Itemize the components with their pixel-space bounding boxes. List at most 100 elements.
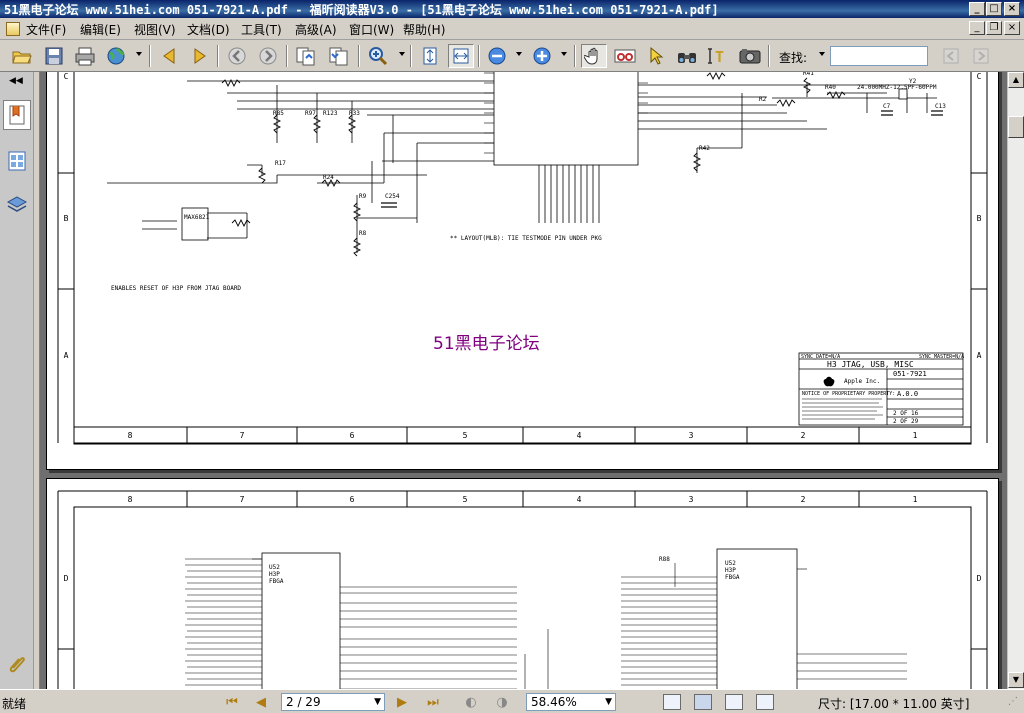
zoom-out-dropdown-icon[interactable] — [516, 52, 522, 56]
toolbar-separator — [768, 45, 770, 67]
text-select-icon[interactable]: T — [705, 44, 731, 68]
sidebar-expand-icon[interactable]: ◀◀ — [9, 76, 23, 86]
resize-grip-icon[interactable]: ⋰ — [1008, 696, 1018, 707]
toolbar-separator — [217, 45, 219, 67]
fit-width-icon[interactable] — [448, 44, 474, 68]
menu-edit[interactable]: 编辑(E) — [80, 21, 121, 38]
menu-window[interactable]: 窗口(W) — [349, 21, 394, 38]
search-label: 查找: — [779, 51, 808, 65]
page-paste-icon[interactable] — [326, 44, 352, 68]
zoom-out-icon[interactable] — [484, 44, 510, 68]
svg-text:T: T — [715, 48, 724, 66]
zoom-field[interactable]: 58.46% ▼ — [526, 693, 616, 711]
glasses-icon[interactable] — [612, 44, 638, 68]
menu-help[interactable]: 帮助(H) — [403, 21, 445, 38]
zoom-dropdown-status-icon[interactable]: ▼ — [605, 694, 612, 710]
ref-r93: R93 — [220, 72, 231, 74]
continuous-facing-view-icon[interactable] — [756, 694, 774, 710]
zoom-plus-dropdown-icon[interactable] — [561, 52, 567, 56]
zoom-plus-icon[interactable] — [529, 44, 555, 68]
app-document-icon[interactable] — [6, 22, 20, 36]
menu-document[interactable]: 文档(D) — [187, 21, 230, 38]
single-page-view-icon[interactable] — [663, 694, 681, 710]
thumbnails-icon[interactable] — [3, 146, 31, 176]
page-copy-icon[interactable] — [293, 44, 319, 68]
ref-r123: R123 — [323, 110, 338, 117]
close-button[interactable]: × — [1004, 2, 1020, 16]
save-icon[interactable] — [41, 44, 67, 68]
back-icon[interactable] — [224, 44, 250, 68]
schematic-sheet-next: 8 7 6 5 4 3 2 1 D D U52 H3P FBGA U52 H3P… — [57, 490, 988, 689]
scroll-up-button[interactable]: ▲ — [1008, 72, 1024, 88]
zoom-value: 58.46% — [531, 695, 577, 709]
forward-icon[interactable] — [255, 44, 281, 68]
maximize-button[interactable]: □ — [986, 2, 1002, 16]
doc-restore-button[interactable]: ❐ — [986, 21, 1002, 35]
next-page-icon[interactable] — [187, 44, 213, 68]
internet-icon[interactable] — [103, 44, 129, 68]
column-number-1: 1 — [913, 431, 918, 440]
find-next-icon[interactable] — [968, 44, 994, 68]
prev-page-icon[interactable] — [156, 44, 182, 68]
row-letter-b-right: B — [977, 214, 982, 223]
page-dropdown-icon[interactable]: ▼ — [374, 694, 381, 710]
navigation-sidebar: ◀◀ — [0, 72, 34, 689]
fit-page-icon[interactable] — [417, 44, 443, 68]
column-number-6: 6 — [350, 431, 355, 440]
ref-r24: R24 — [323, 174, 334, 181]
vertical-scrollbar[interactable]: ▲ ▼ — [1007, 72, 1024, 689]
schematic-sheet: R93 R85 R97 R123 R33 R17 R24 R9 R8 C254 … — [57, 72, 988, 445]
row-letter-a-right: A — [977, 351, 982, 360]
doc-close-button[interactable]: × — [1004, 21, 1020, 35]
prev-page-status-icon[interactable]: ◀ — [252, 694, 270, 710]
first-page-icon[interactable]: ⏮ — [223, 694, 241, 710]
internet-dropdown-icon[interactable] — [136, 52, 142, 56]
bookmark-icon[interactable] — [3, 100, 31, 130]
status-text: 就绪 — [2, 697, 27, 711]
page-number-field[interactable]: 2 / 29 ▼ — [281, 693, 385, 711]
doc-minimize-button[interactable]: _ — [969, 21, 985, 35]
right-chip-package: FBGA — [725, 574, 740, 581]
next-column-number-7: 7 — [240, 495, 245, 504]
ref-r85: R85 — [273, 110, 284, 117]
select-icon[interactable] — [643, 44, 669, 68]
open-icon[interactable] — [9, 44, 35, 68]
title-block-doc-number: 051-7921 — [893, 370, 927, 378]
continuous-view-icon[interactable] — [694, 694, 712, 710]
menu-advanced[interactable]: 高级(A) — [295, 21, 337, 38]
menu-view[interactable]: 视图(V) — [134, 21, 176, 38]
facing-view-icon[interactable] — [725, 694, 743, 710]
search-input[interactable] — [830, 46, 928, 66]
snapshot-icon[interactable] — [737, 44, 763, 68]
layers-icon[interactable] — [3, 190, 31, 220]
page-number-value: 2 / 29 — [286, 695, 321, 709]
title-block-sync-master: SYNC_MASTER=N/A — [919, 354, 964, 360]
resistor-r88: R88 — [659, 556, 670, 563]
zoom-dropdown-icon[interactable] — [399, 52, 405, 56]
scrollbar-thumb[interactable] — [1008, 116, 1024, 138]
menu-bar: 文件(F) 编辑(E) 视图(V) 文档(D) 工具(T) 高级(A) 窗口(W… — [0, 18, 1024, 40]
print-icon[interactable] — [72, 44, 98, 68]
find-icon[interactable] — [674, 44, 700, 68]
menu-tools[interactable]: 工具(T) — [241, 21, 282, 38]
minimize-button[interactable]: _ — [969, 2, 985, 16]
history-forward-icon[interactable]: ◑ — [493, 694, 511, 710]
last-page-icon[interactable]: ⏭ — [424, 694, 442, 710]
next-column-number-1: 1 — [913, 495, 918, 504]
scroll-down-button[interactable]: ▼ — [1008, 672, 1024, 688]
right-chip-ref: U52 — [725, 560, 736, 567]
search-options-dropdown-icon[interactable] — [819, 52, 825, 56]
right-chip-part: H3P — [725, 567, 736, 574]
next-page-status-icon[interactable]: ▶ — [393, 694, 411, 710]
hand-icon[interactable] — [581, 44, 607, 68]
zoom-in-icon[interactable] — [365, 44, 391, 68]
ref-c13: C13 — [935, 103, 946, 110]
menu-file[interactable]: 文件(F) — [26, 21, 66, 38]
next-column-number-3: 3 — [689, 495, 694, 504]
find-previous-icon[interactable] — [938, 44, 964, 68]
title-block-sheet: 2 OF 16 — [893, 410, 919, 417]
document-viewport[interactable]: R93 R85 R97 R123 R33 R17 R24 R9 R8 C254 … — [40, 72, 1007, 689]
attachments-icon[interactable] — [3, 648, 31, 678]
history-back-icon[interactable]: ◐ — [462, 694, 480, 710]
ref-r42: R42 — [699, 145, 710, 152]
